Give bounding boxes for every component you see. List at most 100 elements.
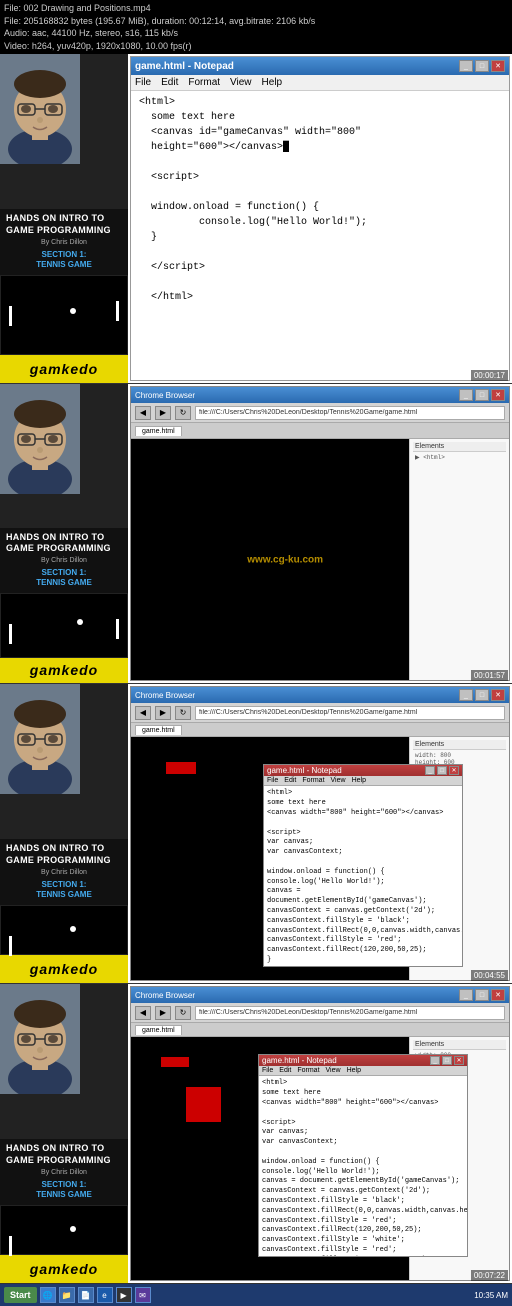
code-10: } bbox=[139, 230, 501, 245]
fwd-btn-2[interactable]: ▶ bbox=[155, 406, 171, 420]
max-btn-2[interactable]: □ bbox=[475, 389, 489, 401]
taskbar-icon-notepad[interactable]: 📄 bbox=[78, 1287, 94, 1303]
code-12: </script> bbox=[139, 260, 501, 275]
menu-format-1[interactable]: Format bbox=[188, 77, 220, 88]
overlay-close-4[interactable]: ✕ bbox=[454, 1056, 464, 1065]
maximize-btn-1[interactable]: □ bbox=[475, 60, 489, 72]
menu-help-1[interactable]: Help bbox=[262, 77, 283, 88]
fwd-btn-3[interactable]: ▶ bbox=[155, 706, 171, 720]
overlay-menu-help-3[interactable]: Help bbox=[352, 777, 366, 784]
gamkedo-bar-2: gamkedo bbox=[0, 658, 128, 684]
file-info-line4: Video: h264, yuv420p, 1920x1080, 10.00 f… bbox=[4, 40, 508, 53]
overlay-menu-format-3[interactable]: Format bbox=[302, 777, 324, 784]
max-btn-4[interactable]: □ bbox=[475, 989, 489, 1001]
taskbar-icon-app1[interactable]: ▶ bbox=[116, 1287, 132, 1303]
mini-game-4 bbox=[0, 1205, 128, 1255]
devtool-tab-elements[interactable]: Elements bbox=[413, 442, 506, 452]
overlay-close-3[interactable]: ✕ bbox=[449, 766, 459, 775]
browser-toolbar-2: ◀ ▶ ↻ file:///C:/Users/Chris%20DeLeon/De… bbox=[131, 403, 509, 423]
red-rect-4a bbox=[161, 1057, 189, 1067]
overlay-menu-file-3[interactable]: File bbox=[267, 777, 278, 784]
gamkedo-bar-1: gamkedo bbox=[0, 355, 128, 383]
back-btn-2[interactable]: ◀ bbox=[135, 406, 151, 420]
close-btn-4[interactable]: ✕ bbox=[491, 989, 505, 1001]
menu-file-1[interactable]: File bbox=[135, 77, 151, 88]
od9: window.onload = function() { bbox=[262, 1158, 464, 1168]
devtool-tab-3[interactable]: Elements bbox=[413, 740, 506, 750]
browser-titlebar-4: Chrome Browser _ □ ✕ bbox=[131, 987, 509, 1003]
browser-tab-3[interactable]: game.html bbox=[135, 725, 182, 735]
oc18 bbox=[267, 966, 459, 967]
taskbar-icon-folder[interactable]: 📁 bbox=[59, 1287, 75, 1303]
overlay-menu-edit-4[interactable]: Edit bbox=[279, 1067, 291, 1074]
address-bar-2[interactable]: file:///C:/Users/Chris%20DeLeon/Desktop/… bbox=[195, 406, 505, 420]
overlay-editor-3[interactable]: <html> some text here <canvas width="800… bbox=[264, 786, 462, 966]
min-btn-3[interactable]: _ bbox=[459, 689, 473, 701]
address-bar-4[interactable]: file:///C:/Users/Chris%20DeLeon/Desktop/… bbox=[195, 1006, 505, 1020]
minimize-btn-1[interactable]: _ bbox=[459, 60, 473, 72]
od7: var canvasContext; bbox=[262, 1138, 464, 1148]
close-btn-2[interactable]: ✕ bbox=[491, 389, 505, 401]
overlay-min-4[interactable]: _ bbox=[430, 1056, 440, 1065]
overlay-editor-4[interactable]: <html> some text here <canvas width="800… bbox=[259, 1076, 467, 1256]
overlay-max-4[interactable]: □ bbox=[442, 1056, 452, 1065]
browser-tab-2[interactable]: game.html bbox=[135, 426, 182, 436]
browser-container-4: Chrome Browser _ □ ✕ ◀ ▶ ↻ file:///C:/Us… bbox=[128, 984, 512, 1283]
refresh-btn-4[interactable]: ↻ bbox=[175, 1006, 191, 1020]
taskbar-icon-app2[interactable]: ✉ bbox=[135, 1287, 151, 1303]
min-btn-4[interactable]: _ bbox=[459, 989, 473, 1001]
overlay-min-3[interactable]: _ bbox=[425, 766, 435, 775]
gamkedo-text-2: gamkedo bbox=[30, 662, 98, 678]
menu-view-1[interactable]: View bbox=[230, 77, 252, 88]
left-sidebar-1: Hands On Intro to Game Programming By Ch… bbox=[0, 54, 128, 383]
win-controls-1: _ □ ✕ bbox=[459, 60, 505, 72]
brand-title-3: Hands On Intro to Game Programming bbox=[6, 843, 122, 866]
notepad-container-1: game.html - Notepad _ □ ✕ File Edit Form… bbox=[128, 54, 512, 383]
panel-1: Hands On Intro to Game Programming By Ch… bbox=[0, 54, 512, 384]
max-btn-3[interactable]: □ bbox=[475, 689, 489, 701]
oc4 bbox=[267, 819, 459, 829]
taskbar-icon-chrome[interactable]: 🌐 bbox=[40, 1287, 56, 1303]
overlay-notepad-4: game.html - Notepad _ □ ✕ File Edit Form… bbox=[258, 1054, 468, 1257]
devtools-2: Elements ▶ <html> bbox=[409, 439, 509, 680]
back-btn-3[interactable]: ◀ bbox=[135, 706, 151, 720]
timestamp-3: 00:04:55 bbox=[471, 970, 508, 981]
close-btn-1[interactable]: ✕ bbox=[491, 60, 505, 72]
browser-tab-4[interactable]: game.html bbox=[135, 1025, 182, 1035]
overlay-menu-format-4[interactable]: Format bbox=[297, 1067, 319, 1074]
overlay-menu-view-3[interactable]: View bbox=[331, 777, 346, 784]
timestamp-2: 00:01:57 bbox=[471, 670, 508, 681]
overlay-menu-edit-3[interactable]: Edit bbox=[284, 777, 296, 784]
min-btn-2[interactable]: _ bbox=[459, 389, 473, 401]
od2: some text here bbox=[262, 1089, 464, 1099]
file-info-line2: File: 205168832 bytes (195.67 MiB), dura… bbox=[4, 15, 508, 28]
close-btn-3[interactable]: ✕ bbox=[491, 689, 505, 701]
od6: var canvas; bbox=[262, 1128, 464, 1138]
mini-game-3 bbox=[0, 905, 128, 955]
start-button[interactable]: Start bbox=[4, 1287, 37, 1303]
overlay-menu-file-4[interactable]: File bbox=[262, 1067, 273, 1074]
code-3: <canvas id="gameCanvas" width="800" bbox=[139, 125, 501, 140]
code-9: console.log("Hello World!"); bbox=[139, 215, 501, 230]
menu-edit-1[interactable]: Edit bbox=[161, 77, 178, 88]
od5: <script> bbox=[262, 1119, 464, 1129]
gamkedo-text-3: gamkedo bbox=[30, 961, 98, 977]
refresh-btn-3[interactable]: ↻ bbox=[175, 706, 191, 720]
overlay-max-3[interactable]: □ bbox=[437, 766, 447, 775]
start-label: Start bbox=[10, 1290, 31, 1300]
browser-container-3: Chrome Browser _ □ ✕ ◀ ▶ ↻ file:///C:/Us… bbox=[128, 684, 512, 983]
overlay-menu-help-4[interactable]: Help bbox=[347, 1067, 361, 1074]
code-14: </html> bbox=[139, 290, 501, 305]
back-btn-4[interactable]: ◀ bbox=[135, 1006, 151, 1020]
file-info-bar: File: 002 Drawing and Positions.mp4 File… bbox=[0, 0, 512, 54]
taskbar-icon-ie[interactable]: e bbox=[97, 1287, 113, 1303]
overlay-menu-view-4[interactable]: View bbox=[326, 1067, 341, 1074]
refresh-btn-2[interactable]: ↻ bbox=[175, 406, 191, 420]
address-bar-3[interactable]: file:///C:/Users/Chris%20DeLeon/Desktop/… bbox=[195, 706, 505, 720]
gamkedo-text-4: gamkedo bbox=[30, 1261, 98, 1277]
branding-1: Hands On Intro to Game Programming By Ch… bbox=[0, 209, 128, 275]
od14: canvasContext.fillRect(0,0,canvas.width,… bbox=[262, 1207, 464, 1217]
fwd-btn-4[interactable]: ▶ bbox=[155, 1006, 171, 1020]
devtool-tab-4[interactable]: Elements bbox=[413, 1040, 506, 1050]
notepad-editor-1[interactable]: <html> some text here <canvas id="gameCa… bbox=[131, 91, 509, 380]
